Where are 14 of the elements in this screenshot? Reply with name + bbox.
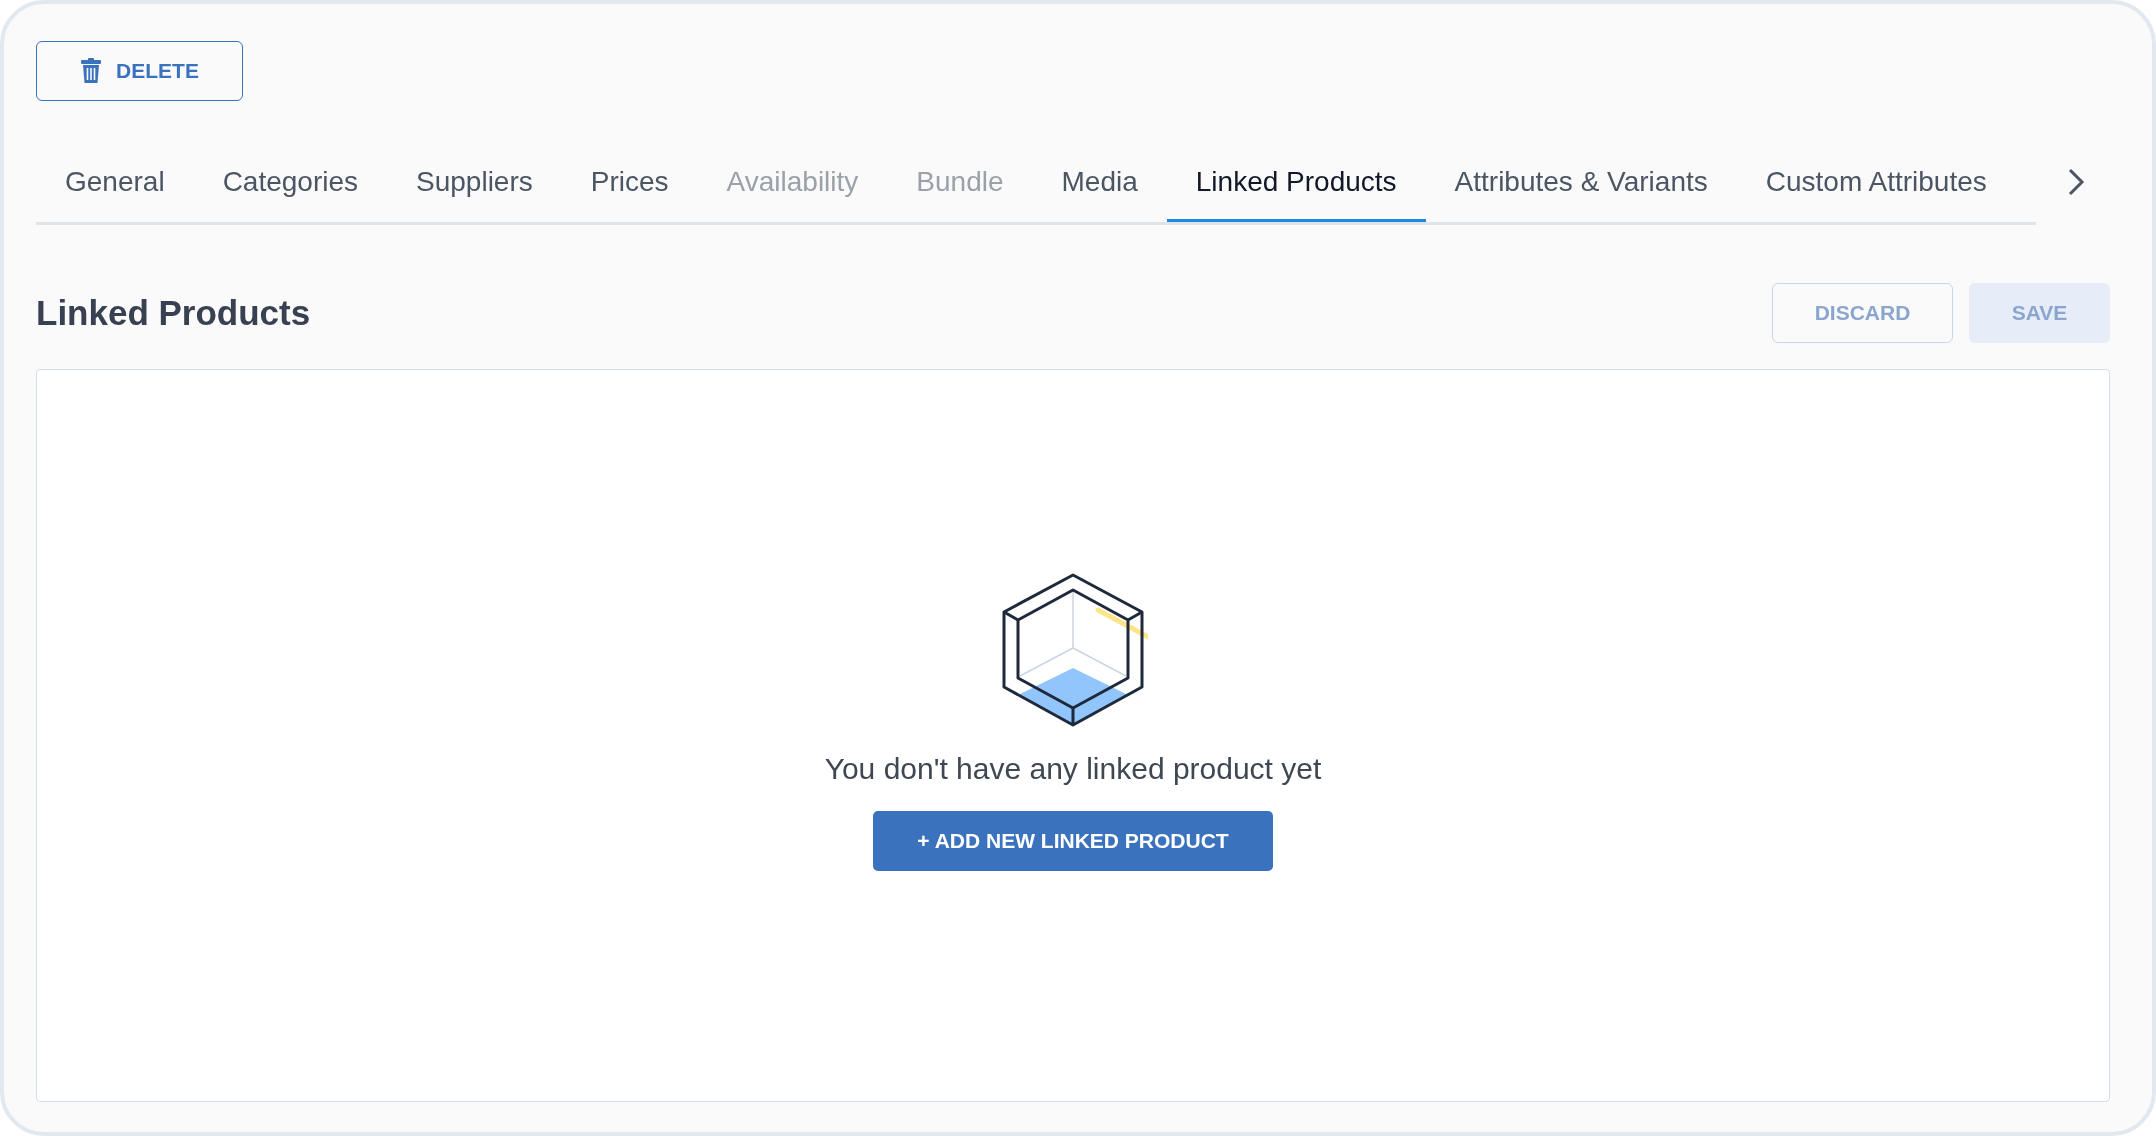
chevron-right-icon[interactable] (2066, 167, 2086, 197)
tab[interactable]: Suppliers (387, 149, 562, 222)
trash-icon (80, 58, 103, 84)
add-linked-product-button[interactable]: + ADD NEW LINKED PRODUCT (873, 811, 1273, 871)
tab[interactable]: Custom Attributes (1736, 149, 2016, 222)
tab[interactable]: Attributes & Variants (1425, 149, 1737, 222)
tab[interactable]: Categories (193, 149, 388, 222)
section-title: Linked Products (36, 291, 311, 334)
delete-button[interactable]: DELETE (36, 41, 243, 101)
tab[interactable]: Prices (561, 149, 698, 222)
tab[interactable]: Linked Products (1166, 149, 1426, 222)
tab[interactable]: General (36, 149, 194, 222)
empty-message: You don't have any linked product yet (824, 751, 1322, 787)
tab[interactable]: Media (1032, 149, 1167, 222)
